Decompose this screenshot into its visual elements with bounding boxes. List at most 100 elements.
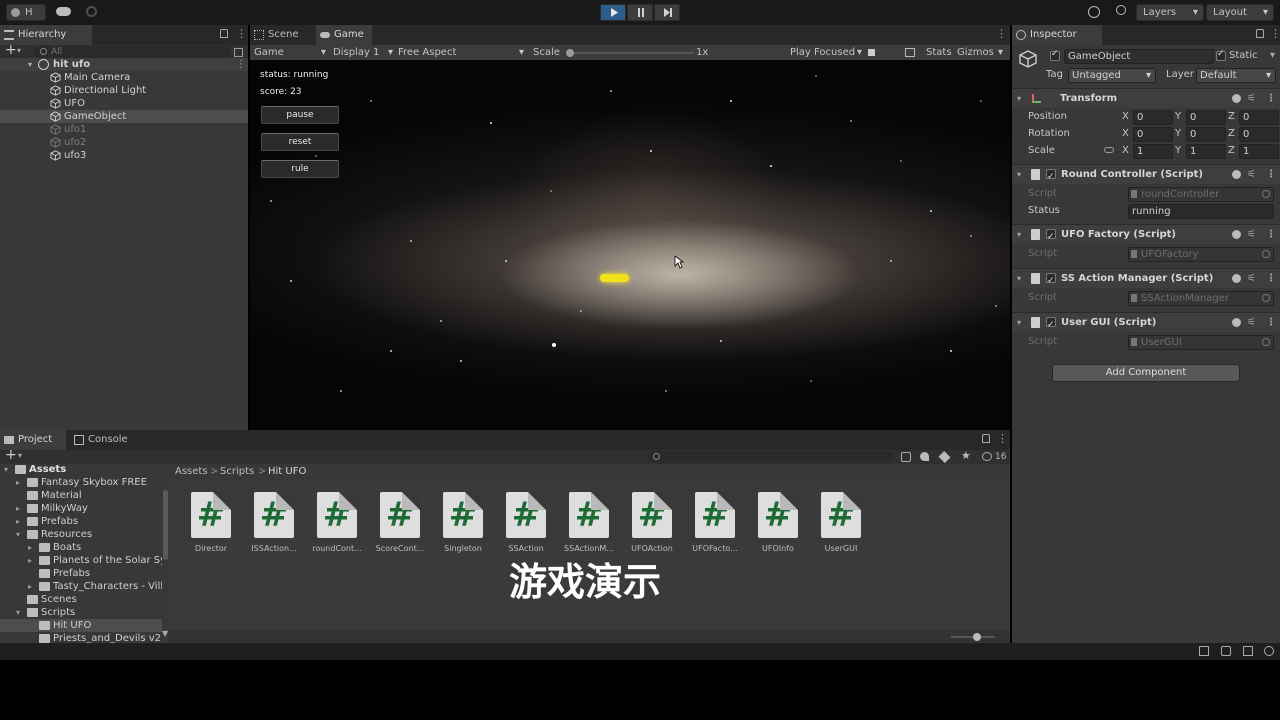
pause-game-button[interactable]: pause xyxy=(261,106,339,124)
search-by-label-icon[interactable] xyxy=(920,452,929,461)
breadcrumb-hit-ufo[interactable]: Hit UFO xyxy=(268,464,306,480)
reset-game-button[interactable]: reset xyxy=(261,133,339,151)
more-menu-icon[interactable]: ⋮ xyxy=(236,27,247,40)
history-icon[interactable] xyxy=(1088,6,1100,18)
mute-audio-icon[interactable] xyxy=(868,49,875,56)
step-button[interactable] xyxy=(654,4,680,21)
preset-icon[interactable]: ⚟ xyxy=(1247,269,1256,289)
aspect-dropdown[interactable]: Free Aspect ▾ xyxy=(398,45,524,60)
transform-header[interactable]: ▾ Transform ⚟ ⋮ xyxy=(1012,88,1280,108)
favorite-star-icon[interactable]: ★ xyxy=(961,449,971,462)
chevron-down-icon[interactable]: ▾ xyxy=(1270,50,1275,61)
tab-game[interactable]: Game xyxy=(316,25,372,45)
play-focused-dropdown[interactable]: Play Focused ▾ xyxy=(790,45,862,60)
gizmos-dropdown[interactable]: Gizmos xyxy=(957,45,994,60)
transform-scale-y-field[interactable]: 1 xyxy=(1186,144,1226,159)
search-by-type-icon[interactable] xyxy=(901,452,911,462)
transform-rotation-z-field[interactable]: 0 xyxy=(1239,127,1279,142)
transform-rotation-x-field[interactable]: 0 xyxy=(1133,127,1173,142)
more-menu-icon[interactable]: ⋮ xyxy=(1270,27,1280,40)
lighting-icon[interactable] xyxy=(1221,646,1231,656)
chevron-right-icon[interactable]: ▸ xyxy=(16,502,20,515)
chevron-right-icon[interactable]: ▸ xyxy=(16,515,20,528)
hierarchy-item[interactable]: UFO xyxy=(0,97,248,110)
tab-scene[interactable]: Scene xyxy=(250,25,312,45)
hierarchy-item[interactable]: ufo1 xyxy=(0,123,248,136)
display-dropdown[interactable]: Display 1 ▾ xyxy=(333,45,393,60)
chevron-right-icon[interactable]: ▸ xyxy=(28,541,32,554)
tree-folder-item[interactable]: Priests_and_Devils v2 xyxy=(0,632,162,643)
transform-rotation-y-field[interactable]: 0 xyxy=(1186,127,1226,142)
component-enabled-checkbox[interactable] xyxy=(1046,167,1056,187)
tree-folder-item[interactable]: Scenes xyxy=(0,593,162,606)
object-picker-icon[interactable] xyxy=(1262,250,1270,258)
tree-folder-item[interactable]: ▸ MilkyWay xyxy=(0,502,162,515)
chevron-right-icon[interactable]: ▸ xyxy=(28,554,32,567)
component-header[interactable]: ▾ SS Action Manager (Script) ⚟ ⋮ xyxy=(1012,268,1280,291)
layout-dropdown[interactable]: Layout ▾ xyxy=(1206,4,1274,21)
help-icon[interactable] xyxy=(1232,170,1241,179)
transform-scale-z-field[interactable]: 1 xyxy=(1239,144,1279,159)
script-asset[interactable]: # UserGUI xyxy=(811,492,871,553)
hierarchy-item[interactable]: GameObject xyxy=(0,110,248,123)
preset-icon[interactable]: ⚟ xyxy=(1247,89,1256,109)
lock-icon[interactable] xyxy=(1256,29,1264,38)
tree-folder-item[interactable]: Hit UFO xyxy=(0,619,162,632)
script-asset[interactable]: # SSActionM... xyxy=(559,492,619,553)
cloud-icon[interactable] xyxy=(56,7,71,16)
tree-folder-item[interactable]: ▸ Fantasy Skybox FREE xyxy=(0,476,162,489)
tree-folder-item[interactable]: ▾ Assets xyxy=(0,463,162,476)
more-menu-icon[interactable]: ⋮ xyxy=(1266,225,1276,245)
pause-button[interactable] xyxy=(627,4,653,21)
tree-folder-item[interactable]: ▾ Scripts xyxy=(0,606,162,619)
scene-row[interactable]: ▾ hit ufo ⋮ xyxy=(0,58,248,71)
more-menu-icon[interactable]: ⋮ xyxy=(997,432,1008,445)
more-menu-icon[interactable]: ⋮ xyxy=(996,27,1007,40)
lock-icon[interactable] xyxy=(982,434,990,443)
transform-position-x-field[interactable]: 0 xyxy=(1133,110,1173,125)
preset-icon[interactable]: ⚟ xyxy=(1247,165,1256,185)
scale-slider[interactable] xyxy=(566,49,694,57)
tree-folder-item[interactable]: ▸ Prefabs xyxy=(0,515,162,528)
transform-scale-x-field[interactable]: 1 xyxy=(1133,144,1173,159)
layers-dropdown[interactable]: Layers ▾ xyxy=(1136,4,1204,21)
add-component-button[interactable]: Add Component xyxy=(1052,364,1240,382)
more-menu-icon[interactable]: ⋮ xyxy=(1266,313,1276,333)
more-menu-icon[interactable]: ⋮ xyxy=(1266,165,1276,185)
collab-icon[interactable] xyxy=(86,6,97,17)
tag-icon[interactable] xyxy=(938,450,951,464)
object-picker-icon[interactable] xyxy=(1262,294,1270,302)
preset-icon[interactable]: ⚟ xyxy=(1247,313,1256,333)
game-viewport[interactable]: status: running score: 23 pause reset ru… xyxy=(250,60,1010,430)
hierarchy-item[interactable]: Main Camera xyxy=(0,71,248,84)
hierarchy-item[interactable]: ufo3 xyxy=(0,149,248,162)
status-check-icon[interactable] xyxy=(1264,646,1274,656)
tree-folder-item[interactable]: ▸ Tasty_Characters - Villi xyxy=(0,580,162,593)
chevron-right-icon[interactable]: ▸ xyxy=(16,476,20,489)
hierarchy-item[interactable]: ufo2 xyxy=(0,136,248,149)
component-enabled-checkbox[interactable] xyxy=(1046,315,1056,335)
help-icon[interactable] xyxy=(1232,230,1241,239)
add-icon[interactable]: + xyxy=(5,42,17,58)
component-enabled-checkbox[interactable] xyxy=(1046,271,1056,291)
tree-folder-item[interactable]: ▸ Planets of the Solar Sy xyxy=(0,554,162,567)
tree-folder-item[interactable]: ▸ Boats xyxy=(0,541,162,554)
display-mode-dropdown[interactable]: Game ▾ xyxy=(254,45,326,60)
script-asset[interactable]: # roundCont... xyxy=(307,492,367,553)
stats-button[interactable]: Stats xyxy=(926,45,952,60)
project-search-input[interactable] xyxy=(648,451,894,463)
tag-dropdown[interactable]: Untagged ▾ xyxy=(1068,68,1156,83)
add-icon[interactable]: + xyxy=(5,447,17,463)
component-header[interactable]: ▾ Round Controller (Script) ⚟ ⋮ xyxy=(1012,164,1280,187)
breadcrumb-scripts[interactable]: Scripts xyxy=(220,464,254,480)
search-input[interactable]: All xyxy=(34,46,230,58)
hidden-packages-icon[interactable] xyxy=(982,452,992,461)
script-asset[interactable]: # ScoreCont... xyxy=(370,492,430,553)
chevron-down-icon[interactable]: ▾ xyxy=(4,463,8,476)
more-menu-icon[interactable]: ⋮ xyxy=(236,58,246,71)
component-header[interactable]: ▾ UFO Factory (Script) ⚟ ⋮ xyxy=(1012,224,1280,247)
more-menu-icon[interactable]: ⋮ xyxy=(1266,269,1276,289)
search-icon[interactable] xyxy=(1116,5,1126,15)
hierarchy-item[interactable]: Directional Light xyxy=(0,84,248,97)
object-picker-icon[interactable] xyxy=(1262,338,1270,346)
